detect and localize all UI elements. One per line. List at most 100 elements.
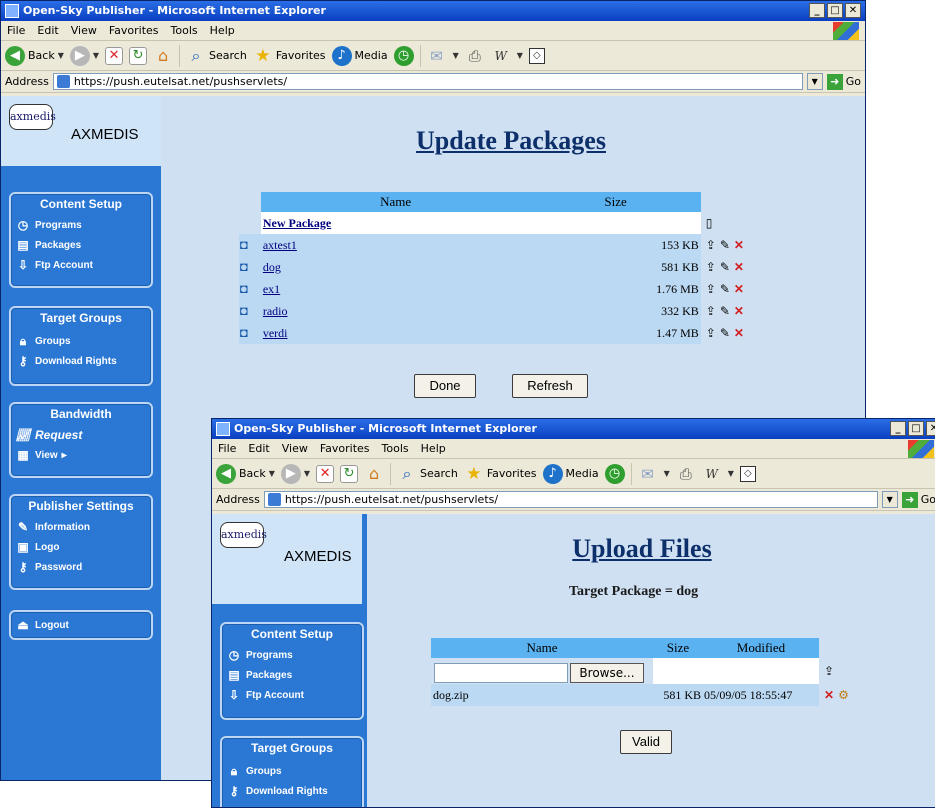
- maximize-button[interactable]: □: [908, 421, 924, 436]
- sidebar-item-request[interactable]: 📈︎ Request: [11, 425, 151, 445]
- browse-button[interactable]: Browse...: [570, 663, 644, 683]
- home-icon[interactable]: ⌂: [364, 464, 384, 484]
- menu-tools[interactable]: Tools: [382, 442, 409, 455]
- search-button[interactable]: ⌕ Search: [397, 464, 458, 484]
- delete-icon[interactable]: ✕: [734, 238, 744, 252]
- favorites-button[interactable]: ★ Favorites: [464, 464, 536, 484]
- home-icon[interactable]: ⌂: [153, 46, 173, 66]
- menu-help[interactable]: Help: [421, 442, 446, 455]
- chevron-down-icon[interactable]: ▼: [453, 51, 459, 60]
- stop-icon[interactable]: ✕: [105, 46, 124, 65]
- delete-icon[interactable]: ✕: [824, 688, 834, 702]
- sidebar-item-ftp-account[interactable]: ⇩ Ftp Account: [222, 685, 362, 705]
- stop-icon[interactable]: ✕: [316, 464, 335, 483]
- minimize-button[interactable]: _: [809, 3, 825, 18]
- edit-icon[interactable]: ✎: [720, 282, 730, 296]
- new-package-link[interactable]: New Package: [263, 216, 331, 230]
- address-dropdown-icon[interactable]: ▼: [881, 491, 898, 508]
- install-icon[interactable]: ⚙: [838, 688, 849, 702]
- chevron-down-icon[interactable]: ▼: [728, 469, 734, 478]
- messenger-icon[interactable]: ◇: [739, 465, 756, 482]
- menu-edit[interactable]: Edit: [248, 442, 269, 455]
- refresh-button[interactable]: Refresh: [512, 374, 588, 398]
- sidebar-item-logo[interactable]: ▣ Logo: [11, 537, 151, 557]
- close-button[interactable]: ✕: [845, 3, 861, 18]
- print-icon[interactable]: ⎙: [676, 464, 696, 484]
- package-link[interactable]: ex1: [263, 282, 280, 296]
- new-page-icon[interactable]: ▯: [706, 216, 713, 230]
- menu-view[interactable]: View: [282, 442, 308, 455]
- mail-icon[interactable]: ✉: [638, 464, 658, 484]
- refresh-icon[interactable]: ↻: [129, 46, 148, 65]
- sidebar-item-download-rights[interactable]: ⚷ Download Rights: [11, 351, 151, 371]
- menu-help[interactable]: Help: [210, 24, 235, 37]
- edit-icon[interactable]: ✎: [720, 304, 730, 318]
- menu-file[interactable]: File: [218, 442, 236, 455]
- delete-icon[interactable]: ✕: [734, 282, 744, 296]
- sidebar-item-password[interactable]: ⚷ Password: [11, 557, 151, 577]
- delete-icon[interactable]: ✕: [734, 304, 744, 318]
- back-button[interactable]: ◀ Back ▼: [216, 463, 275, 484]
- forward-button[interactable]: ▶ ▼: [69, 45, 99, 66]
- sidebar-item-packages[interactable]: ▤ Packages: [222, 665, 362, 685]
- forward-button[interactable]: ▶ ▼: [280, 463, 310, 484]
- menu-view[interactable]: View: [71, 24, 97, 37]
- close-button[interactable]: ✕: [926, 421, 935, 436]
- menu-favorites[interactable]: Favorites: [109, 24, 159, 37]
- maximize-button[interactable]: □: [827, 3, 843, 18]
- upload-icon[interactable]: ⇪: [824, 664, 834, 678]
- favorites-button[interactable]: ★ Favorites: [253, 46, 325, 66]
- package-link[interactable]: verdi: [263, 326, 288, 340]
- upload-icon[interactable]: ⇪: [706, 238, 716, 252]
- print-icon[interactable]: ⎙: [465, 46, 485, 66]
- media-button[interactable]: ♪ Media: [542, 463, 599, 484]
- messenger-icon[interactable]: ◇: [528, 47, 545, 64]
- history-icon[interactable]: ◷: [604, 463, 625, 484]
- menu-favorites[interactable]: Favorites: [320, 442, 370, 455]
- back-button[interactable]: ◀ Back ▼: [5, 45, 64, 66]
- package-link[interactable]: dog: [263, 260, 281, 274]
- upload-icon[interactable]: ⇪: [706, 326, 716, 340]
- go-button[interactable]: ➜ Go: [901, 491, 935, 508]
- sidebar-item-packages[interactable]: ▤ Packages: [11, 235, 151, 255]
- edit-icon[interactable]: ✎: [720, 238, 730, 252]
- file-path-input[interactable]: [434, 663, 568, 683]
- valid-button[interactable]: Valid: [620, 730, 672, 754]
- sidebar-item-logout[interactable]: ⏏ Logout: [11, 615, 151, 635]
- menu-tools[interactable]: Tools: [171, 24, 198, 37]
- package-link[interactable]: radio: [263, 304, 288, 318]
- sidebar-item-information[interactable]: ✎ Information: [11, 517, 151, 537]
- edit-word-icon[interactable]: W: [702, 464, 722, 484]
- sidebar-item-download-rights[interactable]: ⚷ Download Rights: [222, 781, 362, 801]
- mail-icon[interactable]: ✉: [427, 46, 447, 66]
- delete-icon[interactable]: ✕: [734, 326, 744, 340]
- minimize-button[interactable]: _: [890, 421, 906, 436]
- sidebar-item-programs[interactable]: ◷ Programs: [11, 215, 151, 235]
- title-bar[interactable]: Open-Sky Publisher - Microsoft Internet …: [1, 1, 865, 21]
- menu-edit[interactable]: Edit: [37, 24, 58, 37]
- sidebar-item-groups[interactable]: 🔒︎ Groups: [11, 331, 151, 351]
- package-link[interactable]: axtest1: [263, 238, 297, 252]
- done-button[interactable]: Done: [414, 374, 476, 398]
- media-button[interactable]: ♪ Media: [331, 45, 388, 66]
- delete-icon[interactable]: ✕: [734, 260, 744, 274]
- address-input[interactable]: https://push.eutelsat.net/pushservlets/: [52, 73, 803, 90]
- title-bar[interactable]: Open-Sky Publisher - Microsoft Internet …: [212, 419, 935, 439]
- edit-icon[interactable]: ✎: [720, 326, 730, 340]
- upload-icon[interactable]: ⇪: [706, 282, 716, 296]
- address-dropdown-icon[interactable]: ▼: [806, 73, 823, 90]
- go-button[interactable]: ➜ Go: [826, 73, 865, 90]
- chevron-down-icon[interactable]: ▼: [664, 469, 670, 478]
- edit-word-icon[interactable]: W: [491, 46, 511, 66]
- address-input[interactable]: https://push.eutelsat.net/pushservlets/: [263, 491, 878, 508]
- sidebar-item-groups[interactable]: 🔒︎ Groups: [222, 761, 362, 781]
- menu-file[interactable]: File: [7, 24, 25, 37]
- search-button[interactable]: ⌕ Search: [186, 46, 247, 66]
- sidebar-item-ftp-account[interactable]: ⇩ Ftp Account: [11, 255, 151, 275]
- chevron-down-icon[interactable]: ▼: [517, 51, 523, 60]
- history-icon[interactable]: ◷: [393, 45, 414, 66]
- sidebar-item-view[interactable]: ▦ View ▸: [11, 445, 151, 465]
- sidebar-item-programs[interactable]: ◷ Programs: [222, 645, 362, 665]
- edit-icon[interactable]: ✎: [720, 260, 730, 274]
- upload-icon[interactable]: ⇪: [706, 304, 716, 318]
